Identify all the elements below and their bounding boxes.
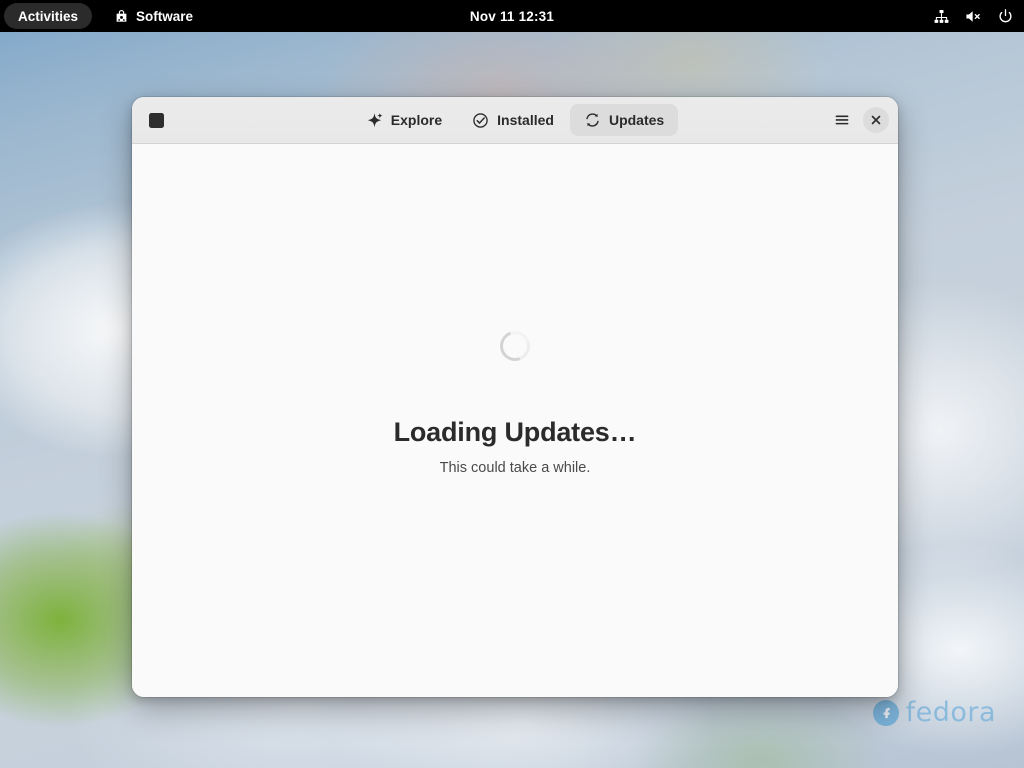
tab-explore-label: Explore	[390, 112, 443, 128]
gnome-top-bar: Activities Software Nov 11 12:31	[0, 0, 1024, 32]
check-circle-icon	[472, 112, 489, 129]
desktop: fedora Explore Installed Updates Loading…	[0, 0, 1024, 768]
sparkle-icon	[366, 112, 383, 129]
hamburger-menu-icon[interactable]	[827, 105, 857, 135]
activities-button[interactable]: Activities	[4, 3, 93, 29]
wired-network-icon[interactable]	[933, 8, 950, 25]
window-headerbar: Explore Installed Updates	[132, 97, 898, 144]
loading-title: Loading Updates…	[393, 417, 637, 447]
tab-installed-label: Installed	[497, 112, 554, 128]
fedora-watermark: fedora	[872, 697, 996, 728]
tab-updates-label: Updates	[608, 112, 665, 128]
power-icon[interactable]	[997, 8, 1014, 25]
tab-updates[interactable]: Updates	[569, 104, 679, 136]
close-icon[interactable]	[863, 107, 889, 133]
search-icon[interactable]	[141, 105, 171, 135]
software-window: Explore Installed Updates Loading Update…	[132, 97, 898, 697]
view-switcher: Explore Installed Updates	[132, 104, 898, 136]
loading-status-block: Loading Updates… This could take a while…	[393, 326, 637, 476]
app-menu-label: Software	[136, 8, 194, 24]
refresh-icon	[584, 112, 601, 129]
headerbar-right-controls	[827, 105, 889, 135]
updates-page-content: Loading Updates… This could take a while…	[132, 144, 898, 697]
search-glyph-placeholder	[148, 112, 164, 128]
loading-subtitle: This could take a while.	[439, 460, 591, 476]
volume-muted-icon[interactable]	[964, 8, 983, 25]
system-tray	[933, 0, 1014, 32]
fedora-infinity-icon	[872, 699, 899, 726]
software-bag-icon	[114, 9, 129, 24]
tab-explore[interactable]: Explore	[352, 104, 456, 136]
loading-spinner	[495, 326, 535, 366]
app-menu-button[interactable]: Software	[106, 3, 201, 29]
activities-label: Activities	[18, 8, 79, 24]
tab-installed[interactable]: Installed	[458, 104, 568, 136]
clock-label[interactable]: Nov 11 12:31	[470, 9, 554, 24]
fedora-wordmark: fedora	[905, 697, 996, 728]
